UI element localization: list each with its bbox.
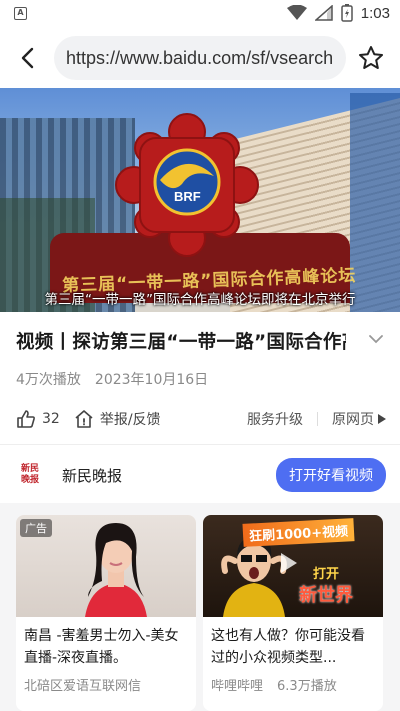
ad-badge: 广告 bbox=[20, 519, 52, 537]
original-page-link[interactable]: 原网页 bbox=[332, 409, 386, 429]
report-house-icon bbox=[75, 410, 93, 428]
bookmark-button[interactable] bbox=[356, 43, 386, 73]
card-thumbnail: 狂刷1000+视频 打开 新世界 bbox=[203, 515, 383, 617]
page-title: 视频丨探访第三届“一带一路”国际合作高峰论坛 bbox=[16, 332, 346, 353]
video-player[interactable]: BRF 第三届“一带一路”国际合作高峰论坛 第三届“一带一路”国际合作高峰论坛即… bbox=[0, 88, 400, 312]
thumbs-up-icon bbox=[17, 410, 35, 428]
status-right: 1:03 bbox=[286, 4, 390, 22]
url-text[interactable]: https://www.baidu.com/sf/vsearch bbox=[66, 48, 333, 69]
divider bbox=[317, 412, 318, 426]
card-thumbnail: 广告 bbox=[16, 515, 196, 617]
wifi-icon bbox=[286, 5, 307, 20]
action-row: 32 举报/反馈 服务升级 原网页 bbox=[16, 404, 386, 434]
view-count: 4万次播放 bbox=[16, 372, 81, 388]
service-upgrade-link[interactable]: 服务升级 bbox=[247, 409, 303, 429]
recommend-card[interactable]: 广告 南昌 -害羞男士勿入-美女直播-深夜直播。 北碚区爱语互联网信 bbox=[16, 515, 196, 711]
chinese-knot-sculpture bbox=[115, 113, 259, 257]
report-label: 举报/反馈 bbox=[99, 412, 161, 428]
source-logo-line1: 新民 bbox=[20, 464, 39, 474]
back-button[interactable] bbox=[12, 43, 42, 73]
thumb-banner: 狂刷1000+视频 bbox=[242, 518, 355, 547]
card-meta: 北碚区爱语互联网信 bbox=[24, 675, 141, 694]
thumb-banner-open: 打开 bbox=[313, 567, 340, 582]
thumb-banner-new-world: 新世界 bbox=[299, 585, 353, 606]
report-button[interactable]: 举报/反馈 bbox=[74, 409, 161, 429]
woman-thumbnail-image bbox=[85, 523, 147, 617]
source-logo[interactable]: 新民 晚报 bbox=[16, 461, 44, 489]
card-meta: 哔哩哔哩 6.3万播放 bbox=[211, 675, 337, 694]
signal-icon bbox=[314, 5, 333, 21]
chevron-down-icon[interactable] bbox=[368, 334, 384, 344]
play-icon bbox=[281, 553, 297, 573]
brf-logo-text: BRF bbox=[174, 189, 201, 204]
brf-logo: BRF bbox=[174, 189, 201, 204]
status-bar: A 1:03 bbox=[0, 0, 400, 28]
recommend-card[interactable]: 狂刷1000+视频 打开 新世界 这也有人做？你可能没看过的小众视频类型... … bbox=[203, 515, 383, 711]
action-right: 服务升级 原网页 bbox=[247, 409, 386, 429]
star-outline-icon bbox=[359, 46, 383, 69]
open-app-button[interactable]: 打开好看视频 bbox=[276, 458, 386, 492]
play-triangle-icon bbox=[378, 414, 386, 424]
original-page-label: 原网页 bbox=[332, 412, 374, 428]
browser-toolbar: https://www.baidu.com/sf/vsearch bbox=[0, 28, 400, 88]
url-bar[interactable]: https://www.baidu.com/sf/vsearch bbox=[54, 36, 346, 80]
card-source: 北碚区爱语互联网信 bbox=[24, 679, 142, 694]
back-arrow-icon bbox=[21, 47, 34, 69]
like-count: 32 bbox=[42, 411, 60, 427]
card-title: 这也有人做？你可能没看过的小众视频类型... bbox=[211, 628, 365, 666]
source-row: 新民 晚报 新民晚报 打开好看视频 bbox=[16, 455, 386, 495]
source-name[interactable]: 新民晚报 bbox=[62, 465, 122, 486]
source-logo-line2: 晚报 bbox=[20, 475, 39, 485]
video-meta: 4万次播放 2023年10月16日 bbox=[16, 369, 208, 389]
clock: 1:03 bbox=[360, 4, 390, 22]
building-right-glass bbox=[350, 93, 400, 312]
separator bbox=[0, 444, 400, 445]
video-caption: 第三届“一带一路”国际合作高峰论坛即将在北京举行 bbox=[44, 292, 356, 308]
notification-a-icon: A bbox=[14, 7, 27, 20]
card-title: 南昌 -害羞男士勿入-美女直播-深夜直播。 bbox=[24, 628, 179, 666]
publish-date: 2023年10月16日 bbox=[94, 372, 209, 388]
card-source: 哔哩哔哩 bbox=[211, 679, 264, 694]
battery-icon bbox=[341, 4, 353, 22]
title-row: 视频丨探访第三届“一带一路”国际合作高峰论坛 bbox=[16, 328, 388, 358]
like-button[interactable]: 32 bbox=[16, 409, 60, 429]
card-views: 6.3万播放 bbox=[277, 679, 337, 694]
